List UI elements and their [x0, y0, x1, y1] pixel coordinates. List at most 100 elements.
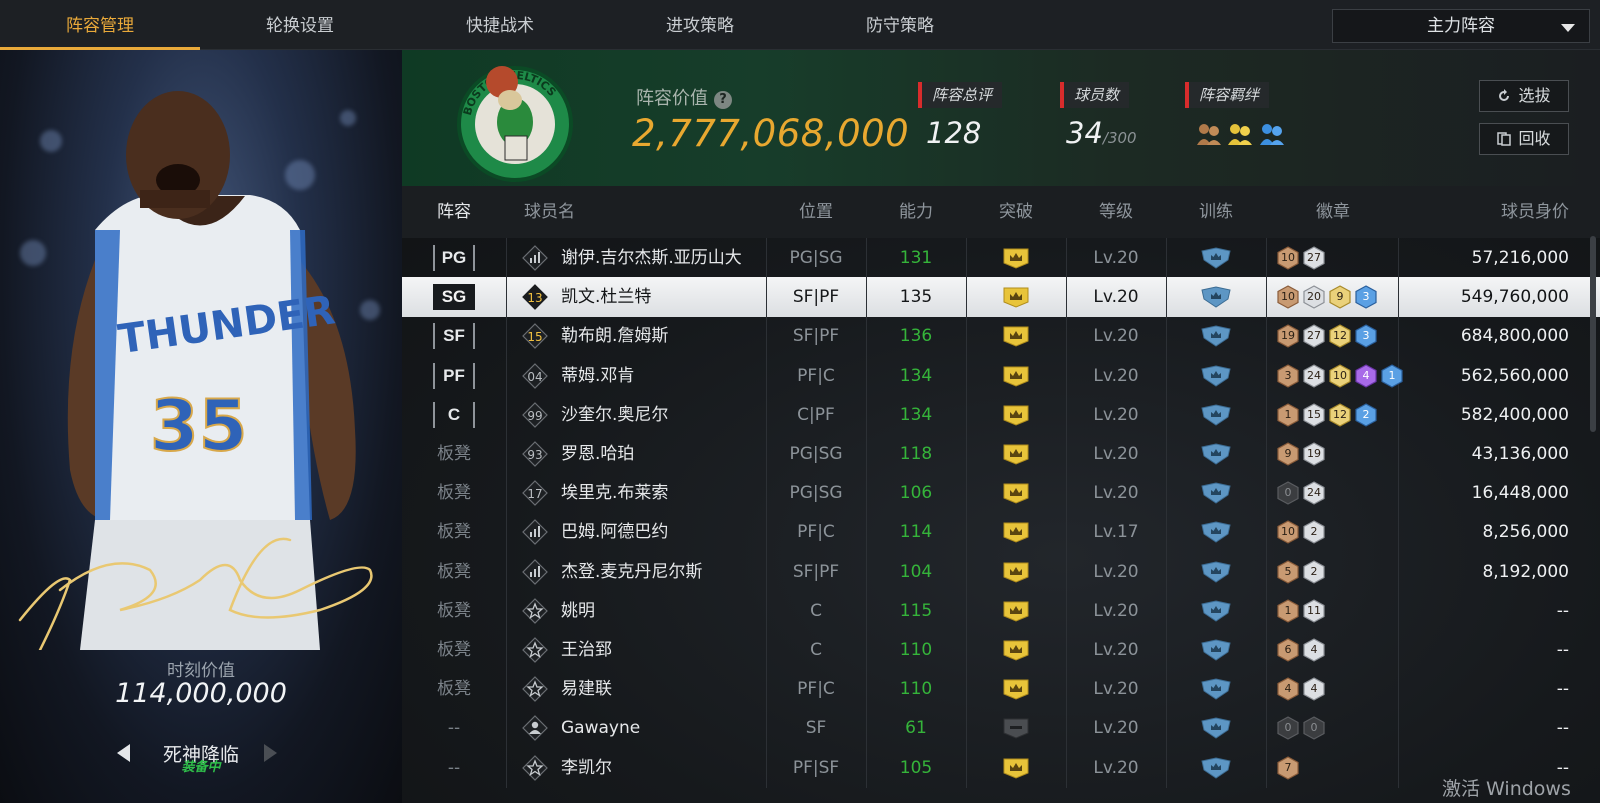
col-breakout[interactable]: 突破 — [968, 186, 1064, 238]
lineup-slot[interactable]: 板凳 — [402, 630, 506, 670]
column-divider — [1266, 434, 1267, 474]
crown-breakout-icon[interactable] — [1002, 561, 1030, 583]
crown-breakout-icon[interactable] — [1002, 443, 1030, 465]
player-name[interactable]: 姚明 — [561, 591, 595, 631]
training-shield-icon[interactable] — [1200, 717, 1232, 739]
player-name[interactable]: 罗恩.哈珀 — [561, 434, 634, 474]
tab-defense-strategy[interactable]: 防守策略 — [800, 0, 1000, 50]
training-shield-icon[interactable] — [1200, 600, 1232, 622]
table-row[interactable]: 板凳 姚明 C 115 Lv.20 1 11 -- — [402, 590, 1600, 631]
column-divider — [506, 316, 507, 357]
training-shield-icon[interactable] — [1200, 757, 1232, 779]
lineup-dropdown[interactable]: 主力阵容 — [1332, 9, 1590, 43]
column-divider — [1266, 747, 1267, 788]
table-row[interactable]: SF 15 勒布朗.詹姆斯 SF|PF 136 Lv.20 19 27 12 3 — [402, 316, 1600, 357]
crown-breakout-icon[interactable] — [1002, 521, 1030, 543]
lineup-slot[interactable]: -- — [402, 708, 506, 748]
lineup-slot[interactable]: 板凳 — [402, 473, 506, 513]
column-divider — [866, 277, 867, 318]
table-row[interactable]: 板凳 王治郅 C 110 Lv.20 6 4 -- — [402, 630, 1600, 670]
lineup-slot[interactable]: C — [402, 395, 506, 435]
player-name[interactable]: 沙奎尔.奥尼尔 — [561, 395, 668, 435]
lineup-slot[interactable]: 板凳 — [402, 591, 506, 631]
breakout-locked-icon[interactable] — [1002, 717, 1030, 739]
col-lineup[interactable]: 阵容 — [402, 186, 506, 238]
table-row[interactable]: SG 13 凯文.杜兰特 SF|PF 135 Lv.20 10 20 9 3 54 — [402, 277, 1600, 318]
crown-breakout-icon[interactable] — [1002, 247, 1030, 269]
training-shield-icon[interactable] — [1200, 521, 1232, 543]
player-name[interactable]: 谢伊.吉尔杰斯.亚历山大 — [561, 238, 742, 278]
recycle-button[interactable]: 回收 — [1479, 123, 1569, 155]
lineup-slot[interactable]: -- — [402, 748, 506, 788]
player-name[interactable]: 易建联 — [561, 669, 612, 709]
crown-breakout-icon[interactable] — [1002, 600, 1030, 622]
col-training[interactable]: 训练 — [1168, 186, 1264, 238]
bond-blue-icon[interactable] — [1258, 121, 1286, 147]
bond-bronze-icon[interactable] — [1195, 121, 1223, 147]
training-shield-icon[interactable] — [1200, 286, 1232, 308]
crown-breakout-icon[interactable] — [1002, 757, 1030, 779]
table-row[interactable]: -- 李凯尔 PF|SF 105 Lv.20 7 -- — [402, 747, 1600, 788]
table-row[interactable]: PG 谢伊.吉尔杰斯.亚历山大 PG|SG 131 Lv.20 10 27 57,2… — [402, 238, 1600, 278]
training-shield-icon[interactable] — [1200, 678, 1232, 700]
training-shield-icon[interactable] — [1200, 561, 1232, 583]
star-icon — [522, 637, 548, 663]
table-row[interactable]: PF 04 蒂姆.邓肯 PF|C 134 Lv.20 3 24 10 4 1 5… — [402, 355, 1600, 396]
table-row[interactable]: 板凳 93 罗恩.哈珀 PG|SG 118 Lv.20 9 19 43,136,00… — [402, 434, 1600, 474]
table-row[interactable]: 板凳 易建联 PF|C 110 Lv.20 4 4 -- — [402, 669, 1600, 710]
tab-rotation-settings[interactable]: 轮换设置 — [200, 0, 400, 50]
training-shield-icon[interactable] — [1200, 325, 1232, 347]
player-name[interactable]: Gawayne — [561, 708, 640, 748]
player-name[interactable]: 埃里克.布莱索 — [561, 473, 668, 513]
bond-gold-icon[interactable] — [1226, 121, 1254, 147]
lineup-slot[interactable]: 板凳 — [402, 512, 506, 552]
tab-quick-tactics[interactable]: 快捷战术 — [400, 0, 600, 50]
player-moment-card[interactable]: THUNDER 35 时刻价值 114,000,000 死神降临 装备中 — [0, 50, 402, 803]
lineup-slot[interactable]: 板凳 — [402, 669, 506, 709]
crown-breakout-icon[interactable] — [1002, 678, 1030, 700]
col-level[interactable]: 等级 — [1068, 186, 1164, 238]
col-value[interactable]: 球员身价 — [1402, 186, 1569, 238]
col-player-name[interactable]: 球员名 — [524, 186, 575, 238]
lineup-slot[interactable]: PG — [402, 238, 506, 278]
col-position[interactable]: 位置 — [766, 186, 866, 238]
crown-breakout-icon[interactable] — [1002, 639, 1030, 661]
table-row[interactable]: -- Gawayne SF 61 Lv.20 0 0 -- — [402, 708, 1600, 749]
player-name[interactable]: 李凯尔 — [561, 748, 612, 788]
player-name[interactable]: 凯文.杜兰特 — [561, 277, 651, 317]
player-name[interactable]: 杰登.麦克丹尼尔斯 — [561, 552, 702, 592]
training-shield-icon[interactable] — [1200, 639, 1232, 661]
crown-breakout-icon[interactable] — [1002, 404, 1030, 426]
training-shield-icon[interactable] — [1200, 247, 1232, 269]
scout-button[interactable]: 选拔 — [1479, 80, 1569, 112]
col-badges[interactable]: 徽章 — [1268, 186, 1398, 238]
crown-breakout-icon[interactable] — [1002, 365, 1030, 387]
player-level: Lv.20 — [1093, 326, 1139, 347]
table-row[interactable]: C 99 沙奎尔.奥尼尔 C|PF 134 Lv.20 1 15 12 2 582 — [402, 394, 1600, 435]
training-shield-icon[interactable] — [1200, 365, 1232, 387]
lineup-slot[interactable]: 板凳 — [402, 434, 506, 474]
lineup-slot[interactable]: PF — [402, 356, 506, 396]
table-row[interactable]: 板凳 巴姆.阿德巴约 PF|C 114 Lv.17 10 2 8,256,000 — [402, 512, 1600, 553]
col-rating[interactable]: 能力 — [868, 186, 964, 238]
help-icon[interactable]: ? — [714, 91, 732, 109]
crown-breakout-icon[interactable] — [1002, 482, 1030, 504]
training-shield-icon[interactable] — [1200, 404, 1232, 426]
crown-breakout-icon[interactable] — [1002, 286, 1030, 308]
player-name[interactable]: 蒂姆.邓肯 — [561, 356, 634, 396]
lineup-slot[interactable]: 板凳 — [402, 552, 506, 592]
player-name[interactable]: 勒布朗.詹姆斯 — [561, 316, 668, 356]
training-shield-icon[interactable] — [1200, 482, 1232, 504]
tab-lineup-management[interactable]: 阵容管理 — [0, 0, 200, 50]
badge-silver: 27 — [1302, 246, 1326, 270]
lineup-slot[interactable]: SG — [402, 277, 506, 317]
player-name[interactable]: 王治郅 — [561, 630, 612, 670]
crown-breakout-icon[interactable] — [1002, 325, 1030, 347]
table-row[interactable]: 板凳 杰登.麦克丹尼尔斯 SF|PF 104 Lv.20 5 2 8,192,000 — [402, 551, 1600, 592]
tab-offense-strategy[interactable]: 进攻策略 — [600, 0, 800, 50]
table-scrollbar[interactable] — [1590, 236, 1596, 432]
lineup-slot[interactable]: SF — [402, 316, 506, 356]
player-name[interactable]: 巴姆.阿德巴约 — [561, 512, 668, 552]
table-row[interactable]: 板凳 17 埃里克.布莱索 PG|SG 106 Lv.20 0 24 16,448,… — [402, 473, 1600, 514]
training-shield-icon[interactable] — [1200, 443, 1232, 465]
